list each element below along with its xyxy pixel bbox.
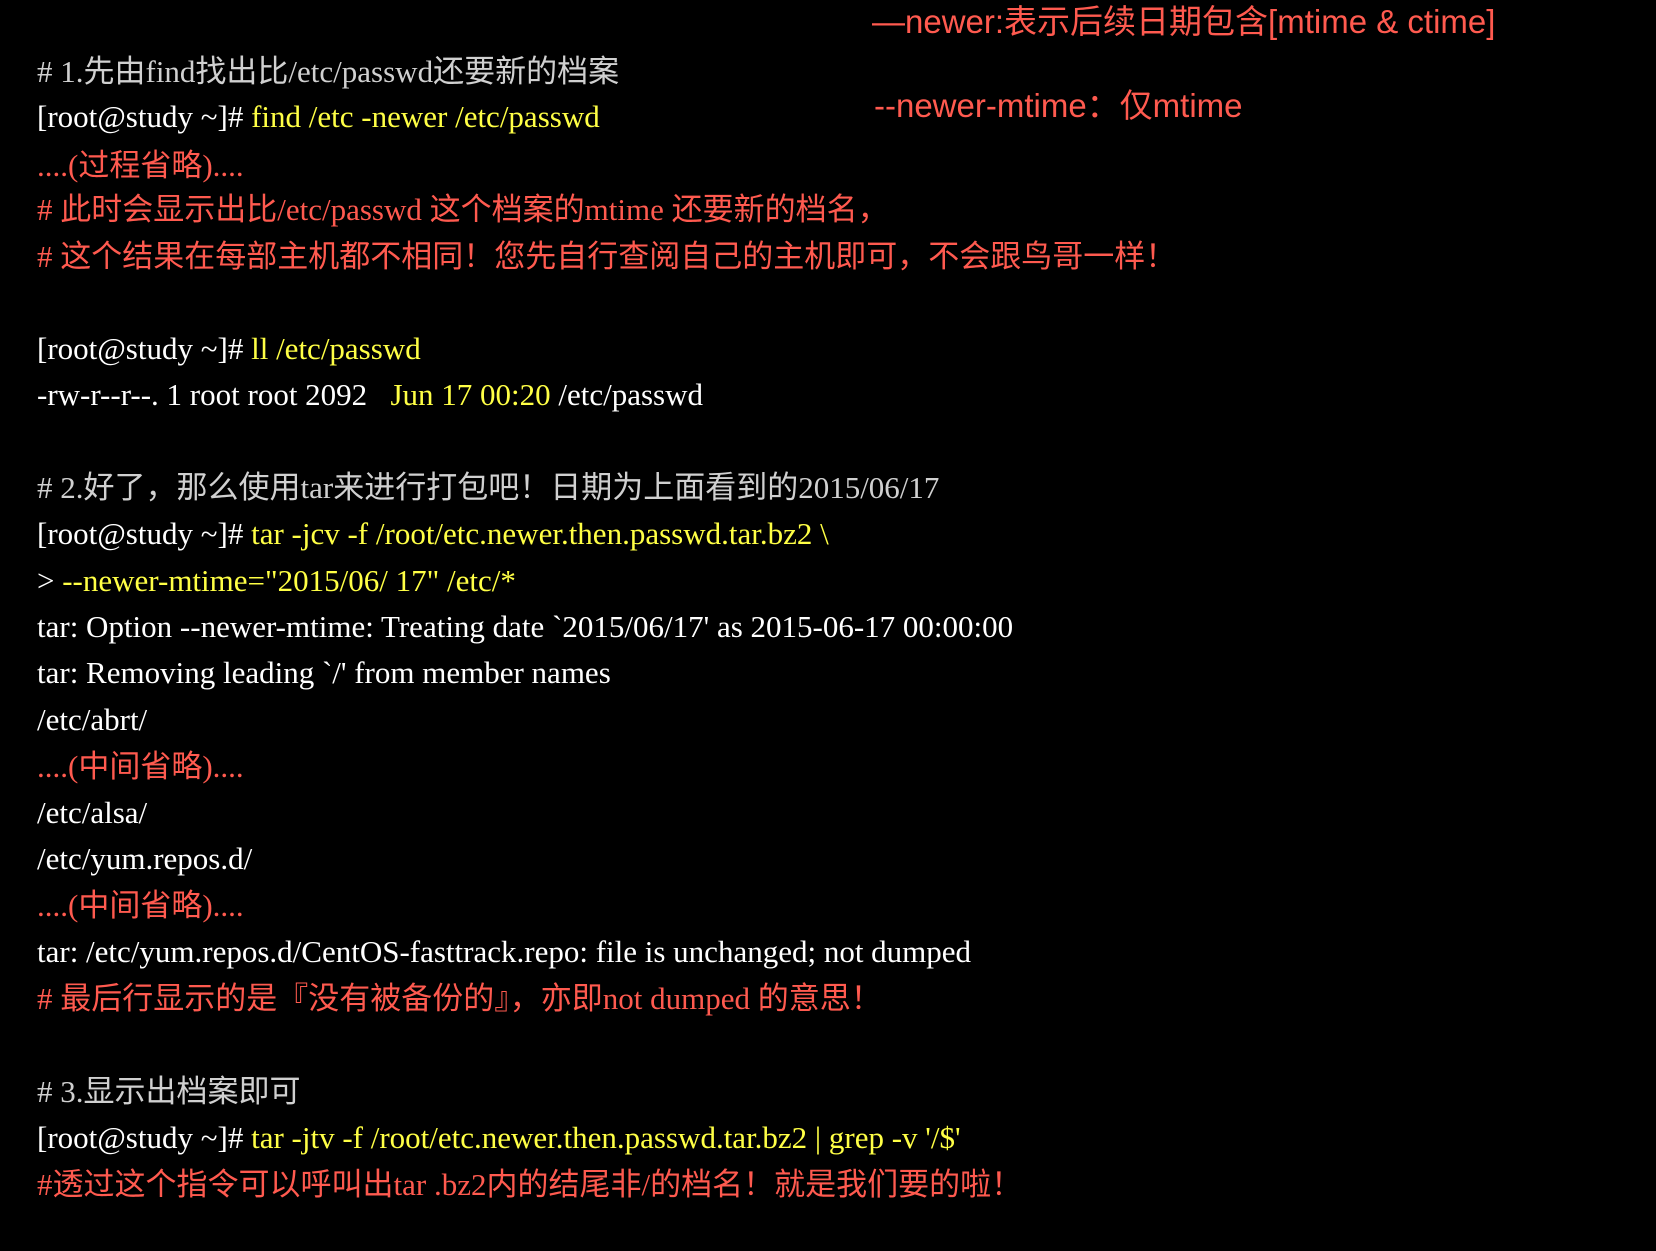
command-line-ll: [root@study ~]# ll /etc/passwd <box>6 283 421 366</box>
output-text: -rw-r--r--. 1 root root 2092 <box>37 377 391 412</box>
omitted-line: ....(过程省略).... <box>6 100 244 183</box>
command-line-tar-create: [root@study ~]# tar -jcv -f /root/etc.ne… <box>6 468 829 551</box>
annotation-newer: —newer:表示后续日期包含[mtime & ctime] <box>872 3 1496 40</box>
output-line: /etc/alsa/ <box>6 747 147 830</box>
comment-line-step3: # 3.显示出档案即可 <box>6 1026 301 1109</box>
command-continuation-line: > --newer-mtime="2015/06/ 17" /etc/* <box>6 515 516 598</box>
comment-line-step2: # 2.好了，那么使用tar来进行打包吧！日期为上面看到的2015/06/17 <box>6 422 939 505</box>
command-line-find: [root@study ~]# find /etc -newer /etc/pa… <box>6 51 600 134</box>
comment-line-step1: # 1.先由find找出比/etc/passwd还要新的档案 <box>6 6 619 89</box>
output-line: /etc/yum.repos.d/ <box>6 793 252 876</box>
comment-line-red: # 最后行显示的是『没有被备份的』，亦即not dumped 的意思！ <box>6 933 882 1016</box>
command-text: find /etc -newer /etc/passwd <box>251 99 600 134</box>
command-line-tar-list: [root@study ~]# tar -jtv -f /root/etc.ne… <box>6 1072 961 1155</box>
output-line-ll: -rw-r--r--. 1 root root 2092 Jun 17 00:2… <box>6 329 703 412</box>
output-date: Jun 17 00:20 <box>390 377 551 412</box>
annotation-newer-mtime: --newer-mtime：仅mtime <box>874 87 1243 124</box>
omitted-line: ....(中间省略).... <box>6 701 244 784</box>
output-line: tar: Option --newer-mtime: Treating date… <box>6 561 1013 644</box>
comment-line-red: # 此时会显示出比/etc/passwd 这个档案的mtime 还要新的档名， <box>6 144 889 227</box>
comment-line-red: #透过这个指令可以呼叫出tar .bz2内的结尾非/的档名！就是我们要的啦！ <box>6 1119 1022 1202</box>
comment-text: # 最后行显示的是『没有被备份的』，亦即not dumped 的意思！ <box>37 981 882 1016</box>
omitted-line: ....(中间省略).... <box>6 840 244 923</box>
terminal-output: # 1.先由find找出比/etc/passwd还要新的档案 [root@stu… <box>6 0 1646 1242</box>
comment-text: # 这个结果在每部主机都不相同！您先自行查阅自己的主机即可，不会跟鸟哥一样！ <box>37 239 1177 274</box>
comment-text: #透过这个指令可以呼叫出tar .bz2内的结尾非/的档名！就是我们要的啦！ <box>37 1167 1023 1202</box>
comment-line-red: # 这个结果在每部主机都不相同！您先自行查阅自己的主机即可，不会跟鸟哥一样！ <box>6 191 1176 274</box>
output-line: tar: Removing leading `/' from member na… <box>6 607 611 690</box>
output-text: /etc/passwd <box>550 377 704 412</box>
output-line: /etc/abrt/ <box>6 654 147 737</box>
output-line: tar: /etc/yum.repos.d/CentOS-fasttrack.r… <box>6 886 971 969</box>
